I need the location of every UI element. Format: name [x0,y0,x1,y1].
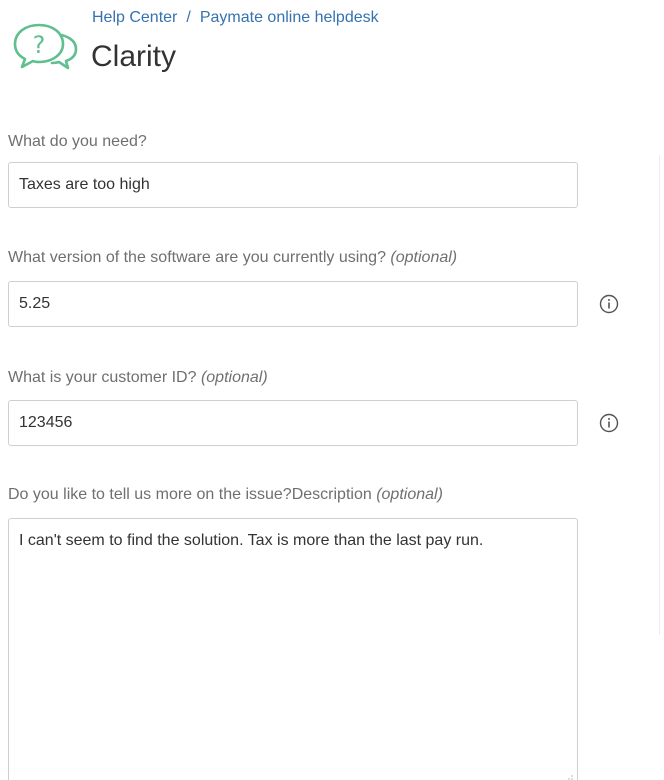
customer-id-label-text: What is your customer ID? [8,369,197,386]
need-label: What do you need? [8,133,147,151]
description-textarea-value: I can't seem to find the solution. Tax i… [19,532,484,549]
version-info-icon[interactable] [598,293,620,315]
customer-id-info-icon[interactable] [598,412,620,434]
need-label-text: What do you need? [8,133,147,150]
resize-grip-icon[interactable] [565,775,573,780]
description-label: Do you like to tell us more on the issue… [8,486,443,504]
customer-id-input-value: 123456 [19,414,73,431]
breadcrumb-separator: / [186,9,191,26]
customer-id-optional-text: (optional) [200,369,268,386]
version-optional-text: (optional) [390,249,458,266]
breadcrumb-paymate-helpdesk[interactable]: Paymate online helpdesk [200,9,379,26]
version-input[interactable]: 5.25 [8,281,578,327]
page-title: Clarity [91,40,177,73]
description-label-text: Do you like to tell us more on the issue… [8,486,372,503]
version-label-text: What version of the software are you cur… [8,249,386,266]
svg-text:?: ? [33,31,46,59]
side-divider [659,155,660,635]
description-optional-text: (optional) [376,486,443,503]
need-input-value: Taxes are too high [19,176,150,193]
customer-id-input[interactable]: 123456 [8,400,578,446]
help-chat-bubbles-icon: ? [13,23,78,70]
need-input[interactable]: Taxes are too high [8,162,578,208]
breadcrumb: Help Center / Paymate online helpdesk [92,9,379,27]
version-label: What version of the software are you cur… [8,249,457,267]
version-input-value: 5.25 [19,295,51,312]
breadcrumb-help-center[interactable]: Help Center [92,9,177,26]
customer-id-label: What is your customer ID? (optional) [8,369,268,387]
description-textarea[interactable]: I can't seem to find the solution. Tax i… [8,518,578,780]
